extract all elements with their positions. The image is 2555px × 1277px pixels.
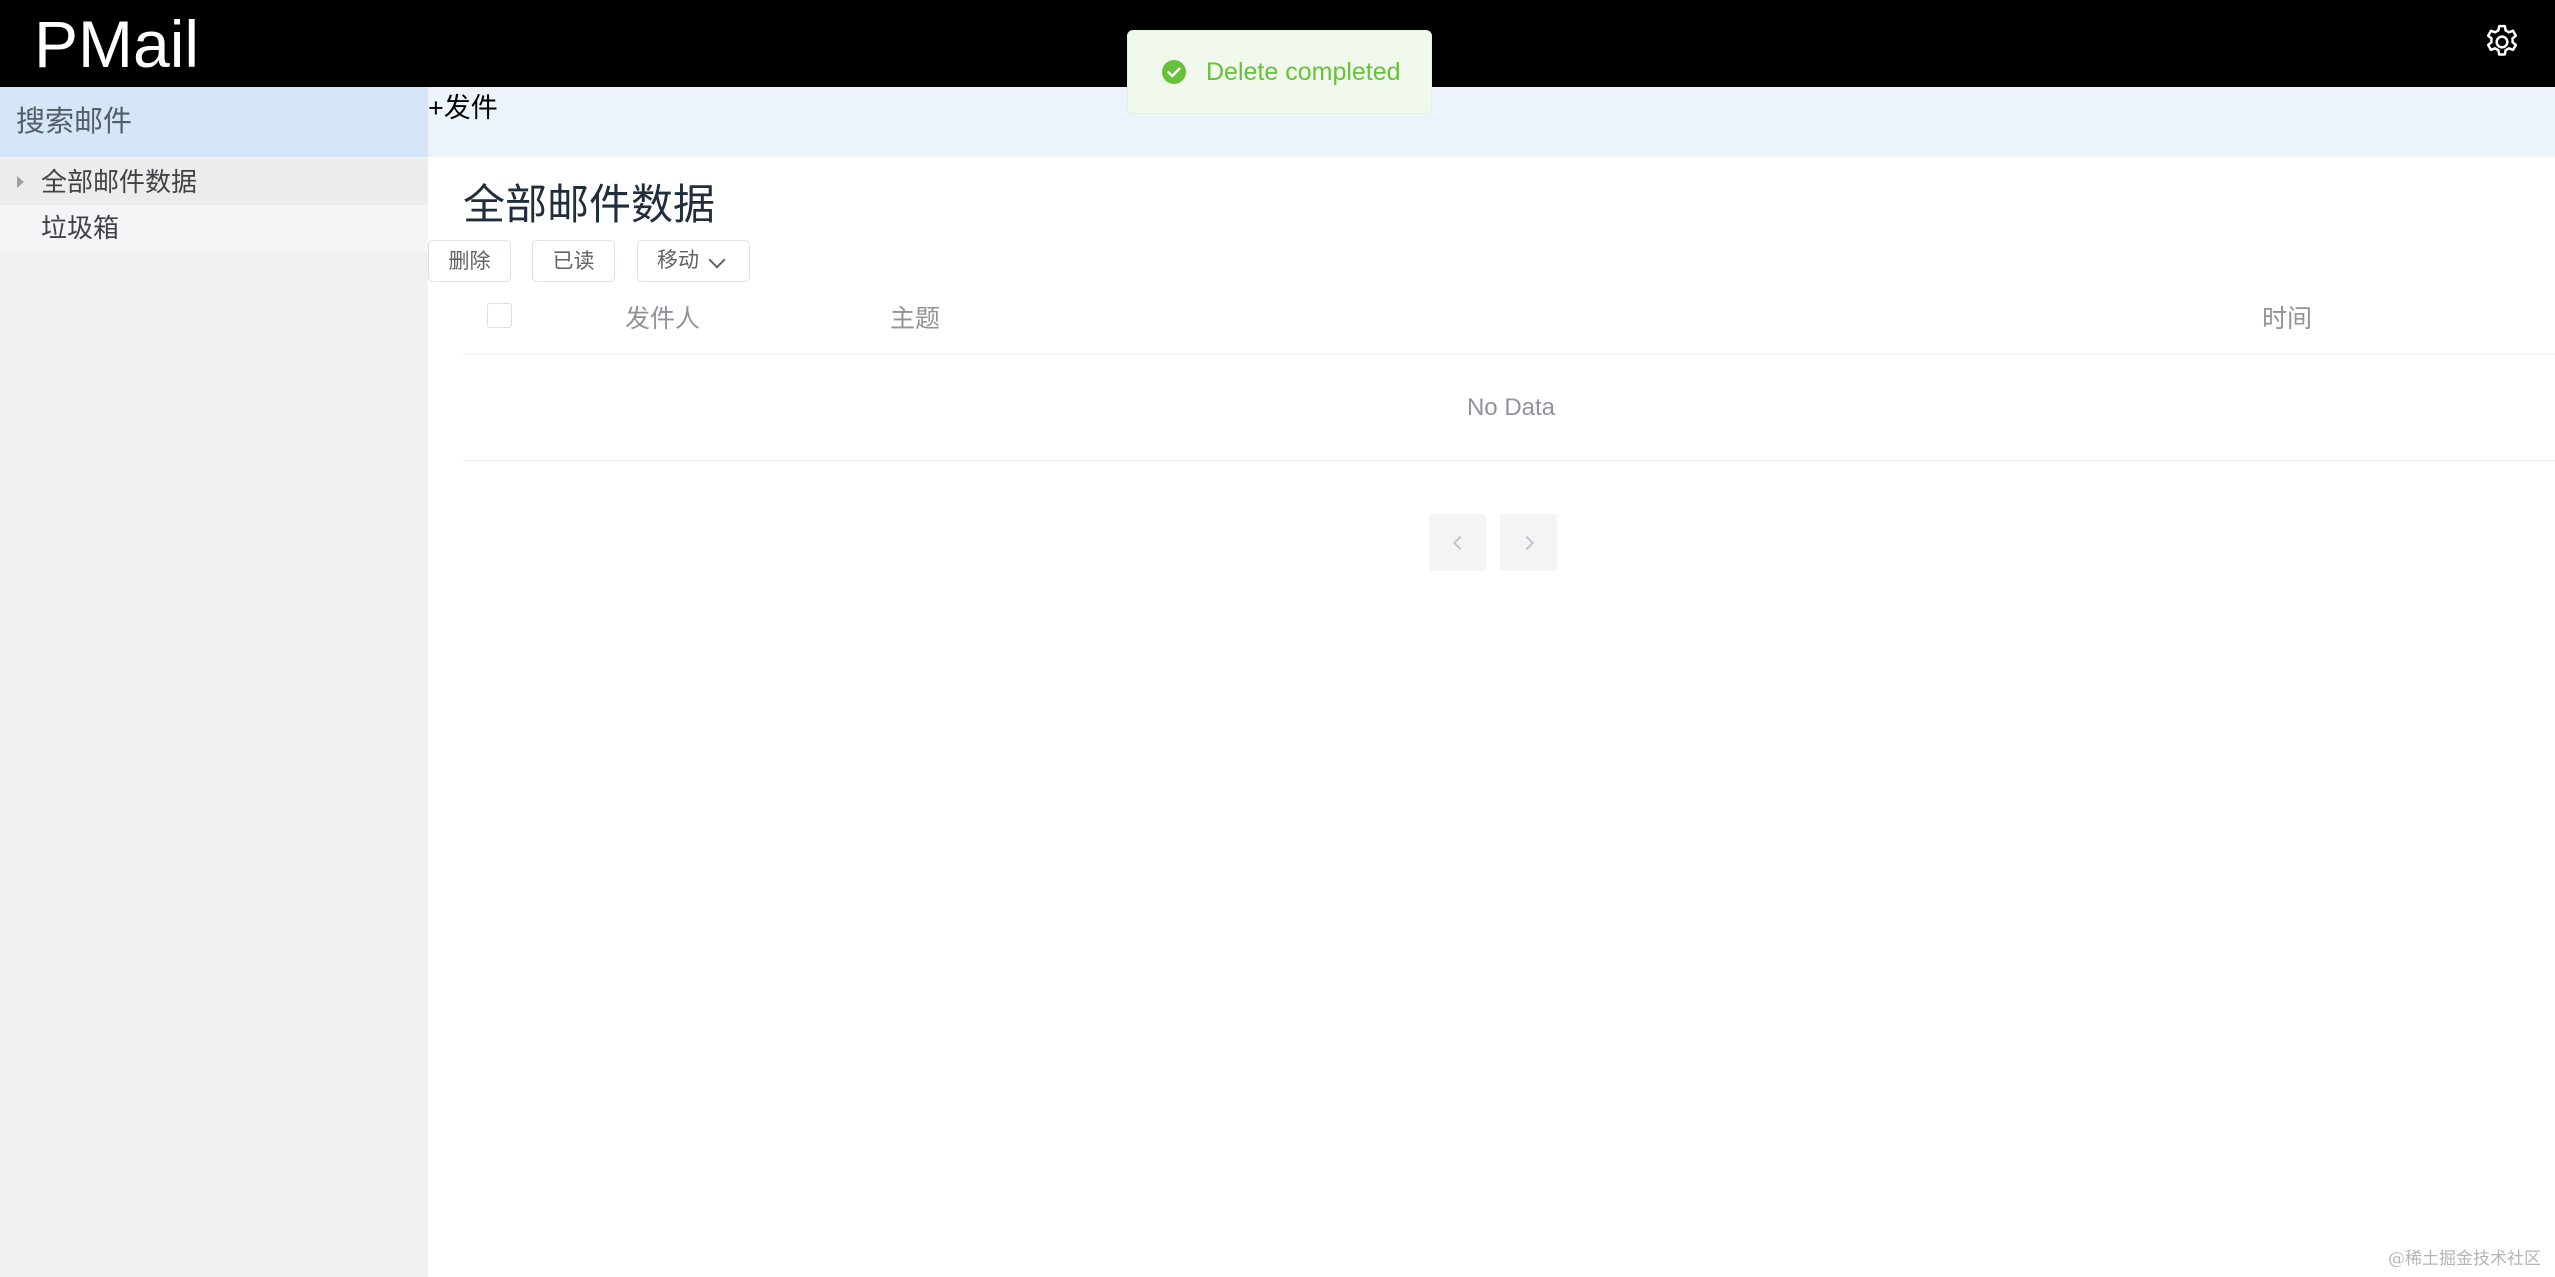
compose-bar: +发件 (428, 87, 2555, 157)
sidebar-item-label: 垃圾箱 (41, 213, 120, 243)
chevron-down-icon (708, 251, 726, 269)
app-logo: PMail (34, 7, 200, 81)
move-dropdown-button[interactable]: 移动 (637, 240, 750, 282)
watermark-text: @稀土掘金技术社区 (2388, 1249, 2541, 1269)
column-header-subject[interactable]: 主题 (890, 303, 940, 335)
column-header-sender[interactable]: 发件人 (625, 303, 700, 335)
chevron-left-icon (1452, 535, 1467, 550)
caret-right-icon[interactable] (17, 176, 24, 188)
select-all-checkbox[interactable] (487, 303, 512, 328)
toast-message: Delete completed (1206, 58, 1401, 86)
pagination-prev-button[interactable] (1429, 514, 1486, 571)
table-header: 发件人 主题 时间 (463, 288, 2555, 355)
sidebar-item-all-mail[interactable]: 全部邮件数据 (0, 159, 428, 205)
compose-button[interactable]: +发件 (428, 91, 498, 125)
sidebar-item-label: 全部邮件数据 (41, 167, 198, 197)
sidebar-item-trash[interactable]: 垃圾箱 (0, 205, 428, 251)
empty-state-text: No Data (1466, 394, 1556, 421)
success-toast: Delete completed (1127, 30, 1432, 114)
column-header-time[interactable]: 时间 (2262, 303, 2312, 335)
table-body: No Data (463, 356, 2555, 461)
move-label: 移动 (657, 249, 699, 272)
gear-icon (2486, 24, 2518, 56)
chevron-right-icon (1519, 535, 1534, 550)
check-circle-icon (1162, 60, 1186, 84)
search-mail-input[interactable]: 搜索邮件 (0, 87, 428, 157)
settings-button[interactable] (2480, 20, 2524, 64)
mark-read-button[interactable]: 已读 (532, 240, 615, 282)
delete-button[interactable]: 删除 (428, 240, 511, 282)
sidebar: 搜索邮件 全部邮件数据 垃圾箱 (0, 87, 428, 1277)
page-title: 全部邮件数据 (463, 181, 716, 228)
pagination-next-button[interactable] (1500, 514, 1557, 571)
